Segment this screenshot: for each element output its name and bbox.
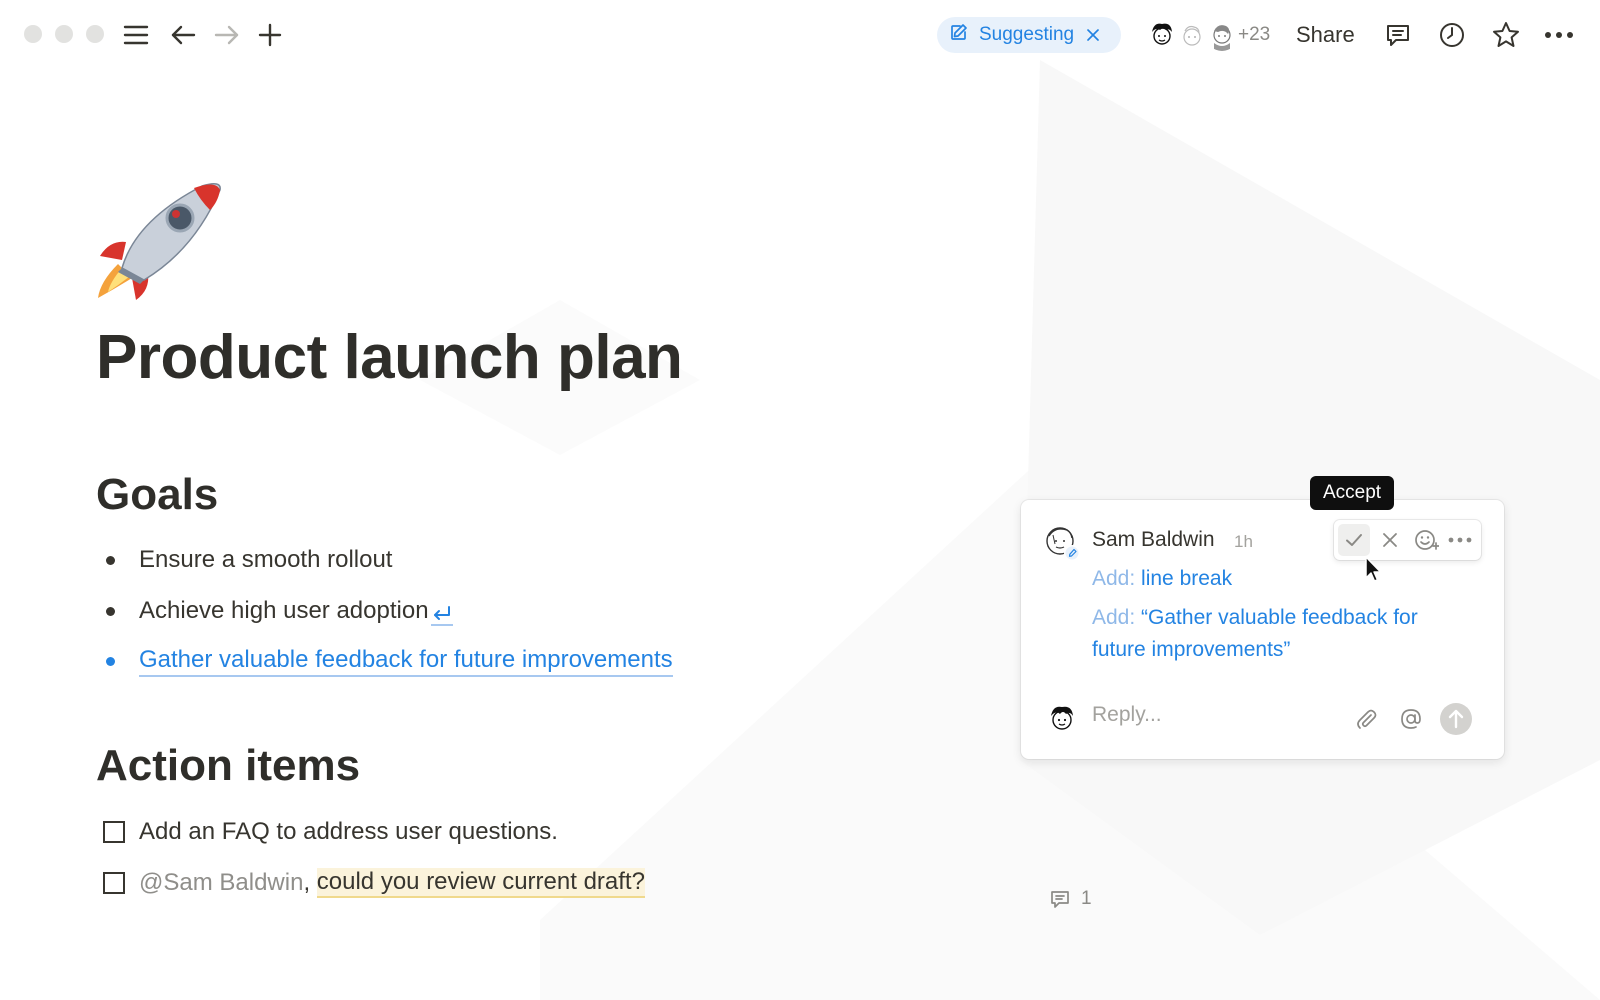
mention-at-icon[interactable] <box>1395 703 1427 735</box>
mouse-pointer-icon <box>1364 556 1382 589</box>
bullet-dot <box>106 606 115 616</box>
attachment-paperclip-icon[interactable] <box>1350 703 1382 735</box>
bullet-dot <box>106 657 115 666</box>
comments-icon[interactable] <box>1381 18 1415 52</box>
comment-count-indicator[interactable]: 1 <box>1049 888 1092 910</box>
comment-timestamp: 1h <box>1234 532 1253 551</box>
back-arrow-icon[interactable] <box>166 18 200 52</box>
mention-sam-baldwin[interactable]: @Sam Baldwin <box>139 869 303 897</box>
suggestion-line: Add: line break <box>1092 567 1233 590</box>
sidebar-menu-icon[interactable] <box>119 18 153 52</box>
send-arrow-icon[interactable] <box>1440 703 1472 735</box>
list-item[interactable]: Ensure a smooth rollout <box>106 546 392 574</box>
reject-x-icon[interactable] <box>1374 524 1406 556</box>
window-close-dot[interactable] <box>24 25 42 43</box>
suggesting-mode-toggle[interactable]: Suggesting <box>937 17 1121 53</box>
todo-checkbox[interactable] <box>103 872 125 894</box>
history-clock-icon[interactable] <box>1435 18 1469 52</box>
bullet-dot <box>106 555 115 565</box>
avatar <box>1204 17 1240 53</box>
action-items-heading[interactable]: Action items <box>96 741 360 791</box>
add-reaction-icon[interactable] <box>1410 524 1442 556</box>
avatar <box>1041 522 1081 562</box>
close-icon[interactable] <box>1086 28 1100 42</box>
comment-author[interactable]: Sam Baldwin <box>1092 528 1215 552</box>
collaborator-count[interactable]: +23 <box>1238 24 1270 46</box>
todo-item[interactable]: Add an FAQ to address user questions. <box>103 818 558 846</box>
window-minimize-dot[interactable] <box>55 25 73 43</box>
avatar <box>1045 702 1079 736</box>
accept-tooltip: Accept <box>1310 476 1395 510</box>
list-item-suggested[interactable]: Gather valuable feedback for future impr… <box>106 646 673 677</box>
comment-bubble-icon <box>1051 891 1069 908</box>
todo-item[interactable]: @Sam Baldwin , could you review current … <box>103 868 645 898</box>
page-icon-rocket[interactable] <box>96 180 226 300</box>
more-options-icon[interactable] <box>1444 524 1476 556</box>
accept-check-icon[interactable] <box>1338 524 1370 556</box>
suggest-edit-icon <box>949 22 969 48</box>
list-item[interactable]: Achieve high user adoption <box>106 596 453 626</box>
reply-input[interactable] <box>1092 703 1332 727</box>
new-page-plus-icon[interactable] <box>253 18 287 52</box>
commented-text-highlight[interactable]: could you review current draft? <box>316 868 645 898</box>
more-options-icon[interactable] <box>1542 18 1576 52</box>
forward-arrow-icon[interactable] <box>210 18 244 52</box>
page-title[interactable]: Product launch plan <box>96 322 683 393</box>
suggestion-action-toolbar <box>1334 520 1481 560</box>
suggestion-line: Add: “Gather valuable feedback for futur… <box>1092 606 1418 661</box>
favorite-star-icon[interactable] <box>1489 18 1523 52</box>
suggesting-label: Suggesting <box>979 24 1075 45</box>
line-break-suggestion-icon[interactable] <box>430 596 453 626</box>
collaborator-avatars[interactable] <box>1144 17 1240 53</box>
top-bar: Suggesting +23 Share <box>0 0 1600 70</box>
suggestion-comment-card: Sam Baldwin 1h Add: line break Add: “Gat… <box>1021 500 1504 759</box>
share-button[interactable]: Share <box>1296 22 1355 48</box>
todo-checkbox[interactable] <box>103 821 125 843</box>
window-zoom-dot[interactable] <box>86 25 104 43</box>
goals-heading[interactable]: Goals <box>96 470 218 520</box>
